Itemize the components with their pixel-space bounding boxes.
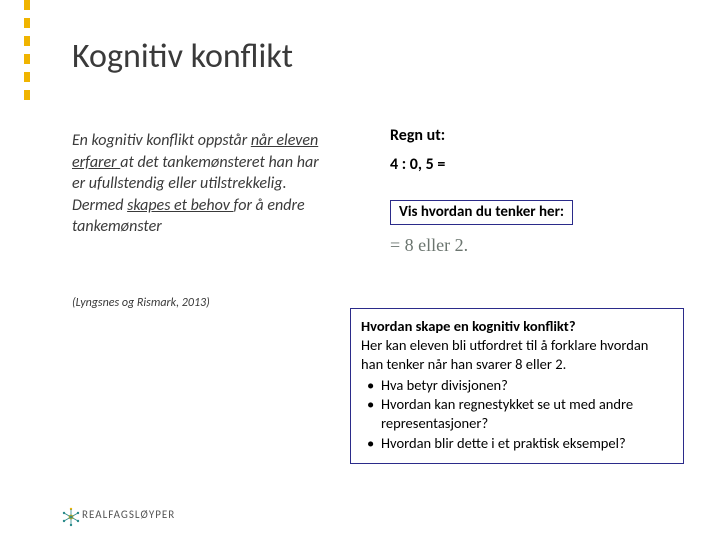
logo-icon: [60, 506, 76, 522]
handwritten-answer: = 8 eller 2.: [390, 235, 676, 256]
info-bullet: Hvordan blir dette i et praktisk eksempe…: [365, 434, 673, 453]
body-underline-2: skapes et behov: [127, 196, 233, 215]
info-bullets: Hva betyr divisjonen? Hvordan kan regnes…: [361, 376, 673, 453]
definition-text: En kognitiv konflikt oppstår når eleven …: [72, 130, 332, 238]
citation: (Lyngsnes og Rismark, 2013): [72, 296, 210, 310]
info-bullet: Hvordan kan regnestykket se ut med andre…: [365, 395, 673, 433]
logo: REALFAGSLØYPER: [60, 506, 175, 522]
info-question: Hvordan skape en kognitiv konflikt?: [361, 317, 673, 336]
think-here-label: Vis hvordan du tenker her:: [390, 200, 573, 225]
logo-text: REALFAGSLØYPER: [82, 508, 175, 521]
info-intro: Her kan eleven bli utfordret til å forkl…: [361, 336, 673, 374]
math-panel: Regn ut: 4 : 0, 5 = Vis hvordan du tenke…: [390, 126, 676, 256]
body-pre: En kognitiv konflikt oppstår: [72, 131, 251, 150]
page-title: Kognitiv konflikt: [72, 36, 293, 77]
math-equation: 4 : 0, 5 =: [390, 155, 676, 174]
math-title: Regn ut:: [390, 126, 676, 145]
info-box: Hvordan skape en kognitiv konflikt? Her …: [350, 308, 684, 464]
accent-bar: [24, 0, 30, 100]
info-bullet: Hva betyr divisjonen?: [365, 376, 673, 395]
